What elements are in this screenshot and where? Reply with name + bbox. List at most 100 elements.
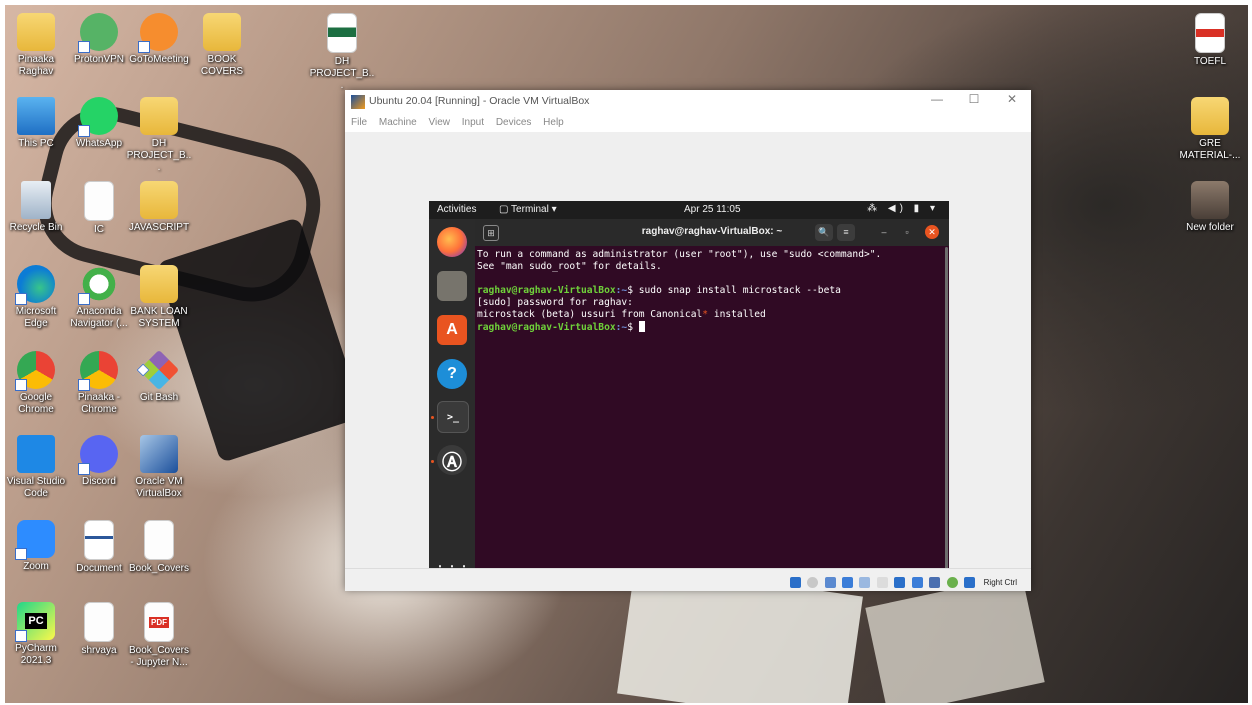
desktop-icon-label: Discord [82,476,116,487]
desktop-icon-new-folder[interactable]: New folder [1177,181,1243,234]
usb-icon[interactable] [859,577,871,589]
desktop-icon-javascript[interactable]: JAVASCRIPT [126,181,192,234]
keyboard-icon[interactable] [964,577,976,589]
maximize-button[interactable]: ☐ [959,92,989,106]
mouse-integration-icon[interactable] [946,577,958,589]
desktop-icon-protonvpn[interactable]: ProtonVPN [66,13,132,66]
shared-folders-icon[interactable] [876,577,888,589]
desktop-icon-git-bash[interactable]: Git Bash [126,349,192,404]
desktop-icon-edge[interactable]: Microsoft Edge [5,265,69,330]
terminal-maximize-button[interactable]: ▫ [900,225,914,239]
desktop-icon-ic[interactable]: IC [66,181,132,236]
pdf-icon [1195,13,1225,53]
desktop-icon-document[interactable]: Document [66,520,132,575]
desktop-icon-recycle-bin[interactable]: Recycle Bin [5,181,69,234]
files-icon[interactable] [437,271,467,301]
prompt-path: :~ [615,322,628,333]
menu-help[interactable]: Help [543,117,564,128]
terminal-output[interactable]: To run a command as administrator (user … [475,246,949,334]
virtualbox-logo-icon [351,95,365,109]
running-indicator [431,416,434,419]
desktop-icon-gotomeeting[interactable]: GoToMeeting [126,13,192,66]
menu-devices[interactable]: Devices [496,117,532,128]
terminal-minimize-button[interactable]: – [877,225,891,239]
terminal-scrollbar[interactable] [945,247,948,587]
desktop-icon-label: Visual Studio Code [6,476,66,499]
status-icons: Right Ctrl [789,574,1017,592]
desktop-icon-book-covers-file[interactable]: Book_Covers [126,520,192,575]
desktop-icon-book-covers[interactable]: BOOK COVERS [189,13,255,78]
protonvpn-icon [78,13,118,53]
menu-input[interactable]: Input [462,117,484,128]
display-icon[interactable] [894,577,906,589]
desktop-icon-pycharm[interactable]: PC PyCharm 2021.3 [5,602,69,667]
search-icon[interactable]: 🔍 [815,224,833,241]
terminal-window[interactable]: ⊞ raghav@raghav-VirtualBox: ~ 🔍 ≡ – ▫ ✕ … [475,219,949,590]
excel-file-icon [327,13,357,53]
virtualbox-window[interactable]: Ubuntu 20.04 [Running] - Oracle VM Virtu… [345,90,1031,592]
terminal-icon[interactable]: >_ [437,401,469,433]
folder-icon [140,97,178,135]
desktop-icon-toefl[interactable]: TOEFL [1177,13,1243,68]
desktop-icon-virtualbox[interactable]: Oracle VM VirtualBox [126,435,192,500]
vm-display-area[interactable]: Activities ▢ Terminal ▾ Apr 25 11:05 ⁂ ◀… [345,132,1031,590]
desktop-icon-label: Git Bash [139,392,179,403]
recycle-bin-icon [21,181,51,219]
desktop-icon-label: PyCharm 2021.3 [15,643,57,666]
firefox-icon[interactable] [437,227,467,257]
desktop-icon-label: Document [76,563,122,574]
audio-icon[interactable] [824,577,836,589]
desktop-icon-dh-project-2[interactable]: DH PROJECT_B... [126,97,192,174]
desktop-icon-label: Pinaaka - Chrome [77,392,121,415]
wallpaper-phone [156,216,364,464]
wallpaper-book-2 [865,574,1045,703]
minimize-button[interactable]: — [922,92,952,106]
close-button[interactable]: ✕ [997,92,1027,106]
terminal-headerbar[interactable]: ⊞ raghav@raghav-VirtualBox: ~ 🔍 ≡ – ▫ ✕ [475,219,949,246]
desktop-icon-this-pc[interactable]: This PC [5,97,69,150]
desktop-icon-label: shrvaya [81,645,117,656]
network-icon[interactable] [842,577,854,589]
gnome-top-bar: Activities ▢ Terminal ▾ Apr 25 11:05 ⁂ ◀… [429,201,949,219]
desktop-icon-bank-loan-system[interactable]: BANK LOAN SYSTEM [126,265,192,330]
desktop-icon-label: Anaconda Navigator (... [70,306,128,329]
pdf-icon: PDF [144,602,174,642]
software-updater-icon[interactable]: Ⓐ [437,445,467,475]
desktop-icon-label: Microsoft Edge [15,306,57,329]
desktop-icon-discord[interactable]: Discord [66,435,132,488]
ubuntu-screen[interactable]: Activities ▢ Terminal ▾ Apr 25 11:05 ⁂ ◀… [429,201,949,590]
video-capture-icon[interactable] [911,577,923,589]
menu-machine[interactable]: Machine [379,117,417,128]
system-menu[interactable]: ⁂ ◀) ▮ ▾ [867,203,939,214]
hard-disk-icon[interactable] [789,577,801,589]
desktop-icon-pinaaka-raghav[interactable]: Pinaaka Raghav [5,13,69,78]
prompt-symbol: $ [627,285,639,296]
desktop-icon-vscode[interactable]: Visual Studio Code [5,435,69,500]
activities-button[interactable]: Activities [437,204,476,215]
terminal-close-button[interactable]: ✕ [925,225,939,239]
desktop-icon-anaconda[interactable]: Anaconda Navigator (... [66,265,132,330]
desktop-icon-book-covers-pdf[interactable]: PDF Book_Covers - Jupyter N... [126,602,192,669]
hamburger-menu-icon[interactable]: ≡ [837,224,855,241]
desktop-icon-dh-project[interactable]: DH PROJECT_B... [309,13,375,92]
window-titlebar[interactable]: Ubuntu 20.04 [Running] - Oracle VM Virtu… [345,90,1031,114]
clock[interactable]: Apr 25 11:05 [684,204,741,215]
desktop-icon-zoom[interactable]: Zoom [5,520,69,573]
terminal-command: sudo snap install microstack --beta [638,285,841,296]
desktop-icon-shrvaya[interactable]: shrvaya [66,602,132,657]
cpu-icon[interactable] [929,577,941,589]
desktop-icon-chrome[interactable]: Google Chrome [5,351,69,416]
desktop-icon-pinaaka-chrome[interactable]: Pinaaka - Chrome [66,351,132,416]
chrome-profile-icon [78,351,118,391]
terminal-app-menu[interactable]: ▢ Terminal ▾ [499,204,557,215]
menu-view[interactable]: View [429,117,451,128]
folder-icon [203,13,241,51]
desktop-icon-whatsapp[interactable]: WhatsApp [66,97,132,150]
desktop-icon-label: DH PROJECT_B... [309,56,375,91]
optical-drive-icon[interactable] [807,577,819,589]
ubuntu-software-icon[interactable]: A [437,315,467,345]
pdf-glyph: PDF [149,616,169,628]
menu-file[interactable]: File [351,117,367,128]
desktop-icon-gre-material[interactable]: GRE MATERIAL-... [1177,97,1243,162]
help-icon[interactable]: ? [437,359,467,389]
